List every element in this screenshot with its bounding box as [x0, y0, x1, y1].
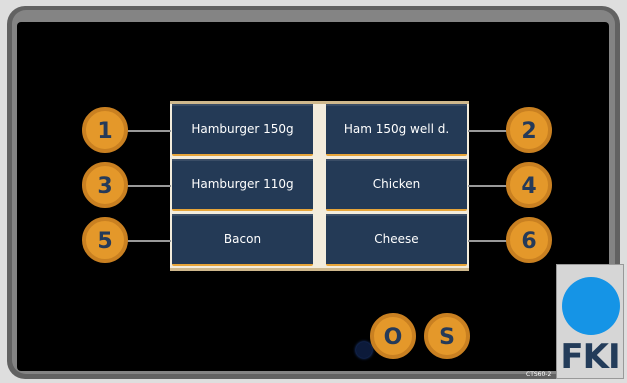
device-frame: Hamburger 150g Hamburger 110g Bacon Ham … [0, 0, 627, 383]
menu-button-3[interactable]: Hamburger 110g [172, 159, 313, 211]
o-button[interactable]: O [370, 313, 416, 359]
menu-button-6[interactable]: Cheese [326, 214, 467, 266]
badge-number: 1 [97, 118, 113, 144]
menu-button-5[interactable]: Bacon [172, 214, 313, 266]
menu-button-2[interactable]: Ham 150g well d. [326, 104, 467, 156]
logo-circle [562, 277, 620, 335]
cell-highlight [172, 214, 313, 216]
connector-line-3 [127, 185, 171, 187]
number-badge-4[interactable]: 4 [506, 162, 552, 208]
badge-number: 2 [521, 118, 537, 144]
number-badge-6[interactable]: 6 [506, 217, 552, 263]
menu-button-4[interactable]: Chicken [326, 159, 467, 211]
menu-button-label: Chicken [372, 177, 421, 191]
fki-logo: FKI [556, 264, 624, 379]
panel-bottom-border [170, 268, 469, 271]
connector-line-2 [468, 130, 508, 132]
cell-highlight [326, 159, 467, 161]
indicator-light [356, 342, 372, 358]
connector-line-1 [127, 130, 171, 132]
connector-line-5 [127, 240, 171, 242]
connector-line-6 [468, 240, 508, 242]
badge-number: 6 [521, 228, 537, 254]
logo-text: FKI [560, 337, 620, 377]
menu-button-label: Bacon [223, 232, 262, 246]
badge-number: 5 [97, 228, 113, 254]
badge-number: 3 [97, 173, 113, 199]
menu-button-label: Hamburger 150g [191, 122, 294, 136]
cell-highlight [172, 159, 313, 161]
connector-line-4 [468, 185, 508, 187]
menu-button-label: Cheese [374, 232, 419, 246]
badge-number: 4 [521, 173, 537, 199]
reference-code: CTS60-2 [526, 371, 552, 378]
cell-highlight [326, 214, 467, 216]
s-button-label: S [439, 324, 455, 350]
cell-highlight [172, 104, 313, 106]
s-button[interactable]: S [424, 313, 470, 359]
menu-button-label: Hamburger 110g [191, 177, 294, 191]
o-button-label: O [383, 324, 403, 350]
number-badge-3[interactable]: 3 [82, 162, 128, 208]
menu-button-label: Ham 150g well d. [343, 122, 450, 136]
cell-highlight [326, 104, 467, 106]
number-badge-5[interactable]: 5 [82, 217, 128, 263]
number-badge-2[interactable]: 2 [506, 107, 552, 153]
menu-button-1[interactable]: Hamburger 150g [172, 104, 313, 156]
number-badge-1[interactable]: 1 [82, 107, 128, 153]
